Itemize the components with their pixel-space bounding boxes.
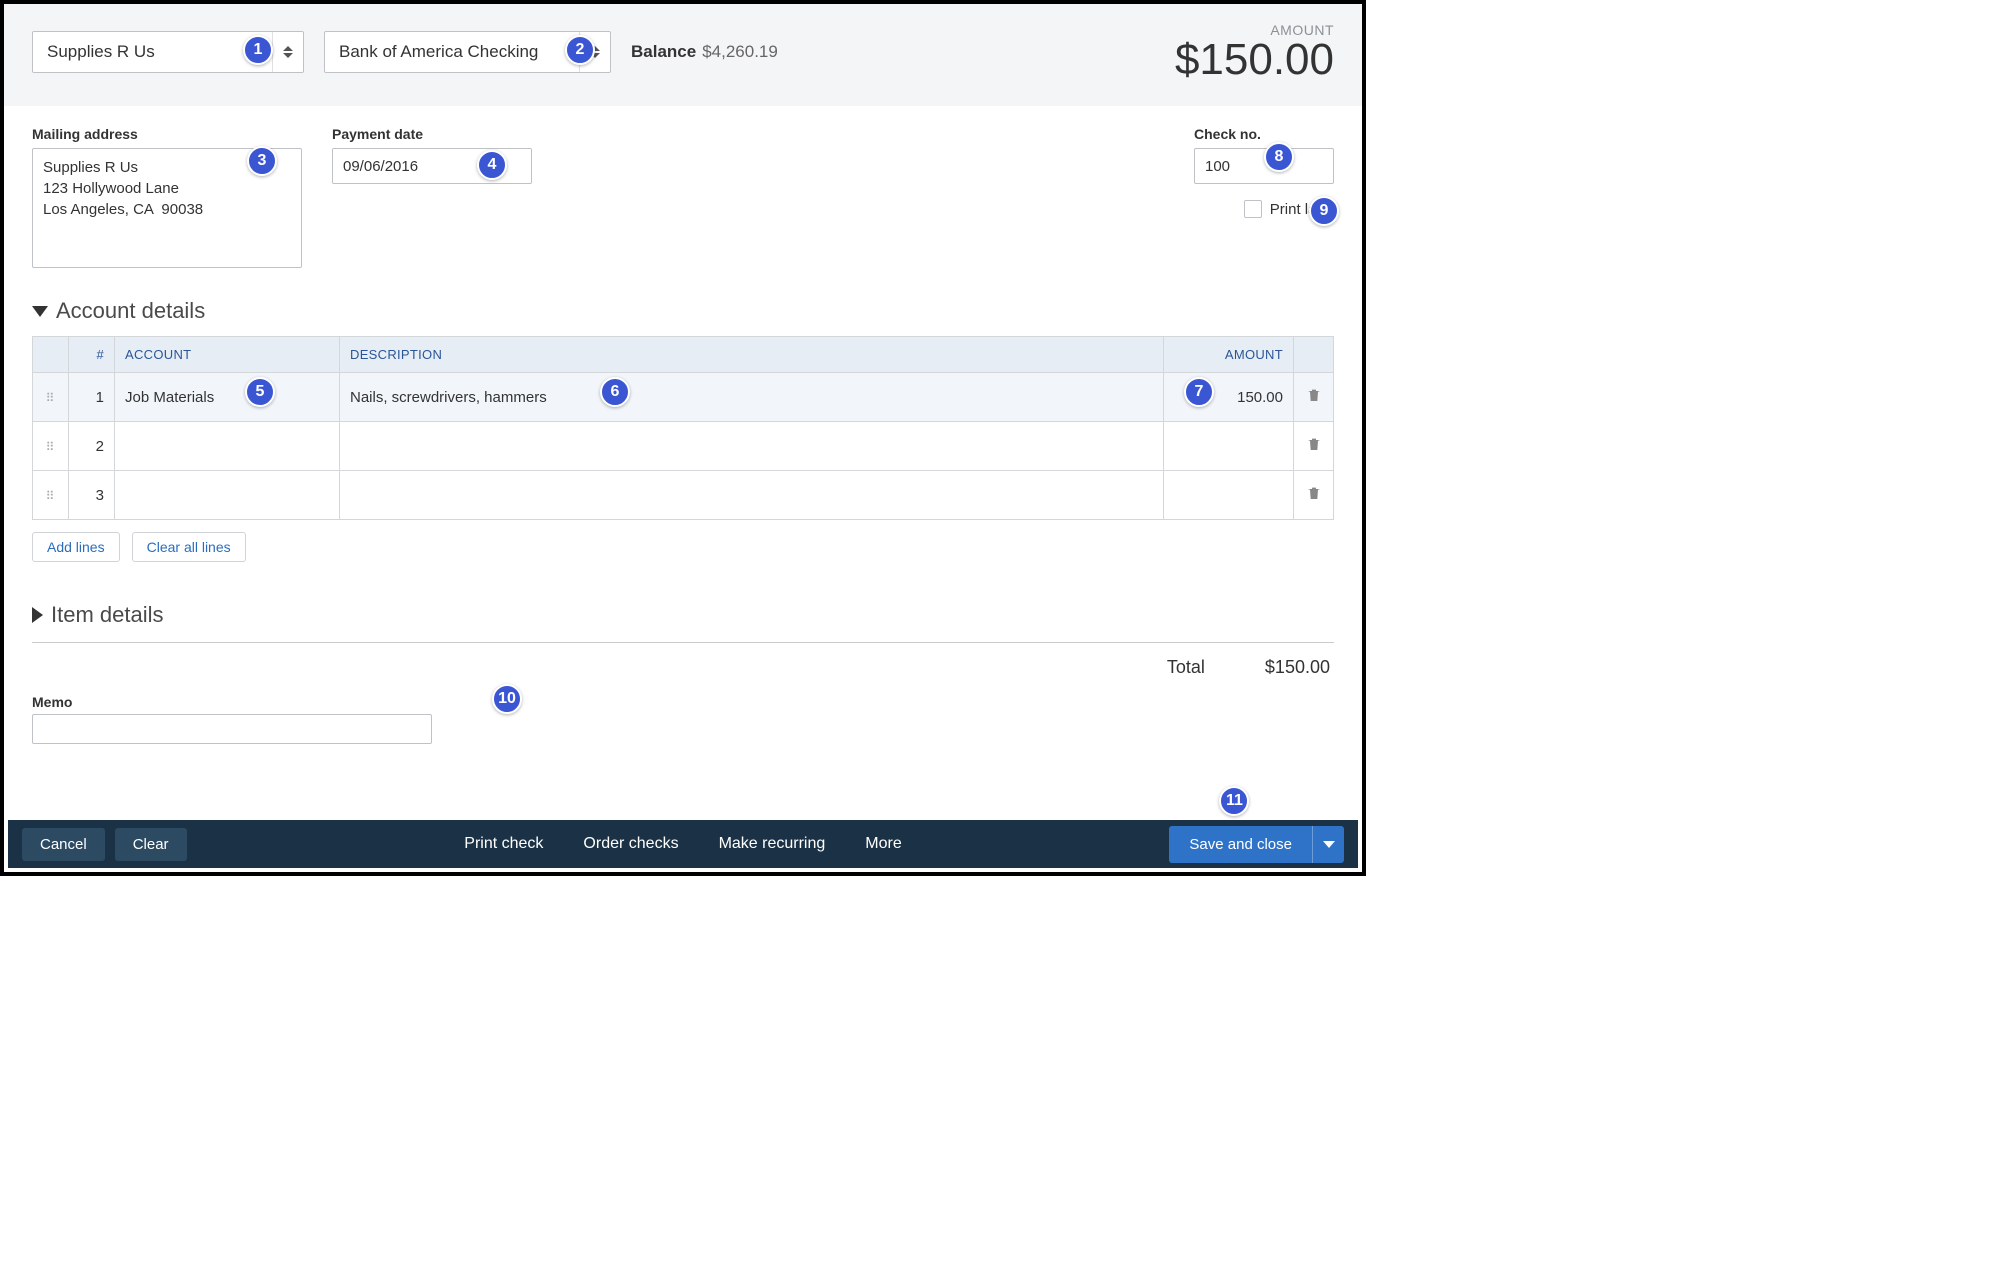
row-amount[interactable]: 150.00: [1237, 389, 1283, 406]
balance-display: Balance $4,260.19: [631, 42, 778, 62]
table-row[interactable]: ⠿ 3: [33, 471, 1334, 520]
delete-row-icon[interactable]: [1306, 436, 1322, 452]
total-label: Total: [1167, 657, 1205, 678]
delete-row-icon[interactable]: [1306, 485, 1322, 501]
make-recurring-link[interactable]: Make recurring: [719, 835, 826, 853]
order-checks-link[interactable]: Order checks: [583, 835, 678, 853]
account-details-table: # ACCOUNT DESCRIPTION AMOUNT ⠿ 1 Job Mat…: [32, 336, 1334, 520]
row-description[interactable]: [340, 471, 1164, 520]
row-amount[interactable]: [1164, 471, 1294, 520]
drag-handle-icon[interactable]: ⠿: [46, 391, 56, 405]
annotation-badge: 2: [565, 35, 595, 65]
col-num: #: [69, 337, 115, 373]
drag-handle-icon[interactable]: ⠿: [46, 440, 56, 454]
annotation-badge: 7: [1184, 377, 1214, 407]
bank-account-select[interactable]: Bank of America Checking 2: [324, 31, 611, 73]
cancel-button[interactable]: Cancel: [22, 828, 105, 861]
caret-down-icon: [1323, 841, 1335, 848]
annotation-badge: 8: [1264, 142, 1294, 172]
transaction-header: Supplies R Us 1 Bank of America Checking…: [4, 4, 1362, 106]
caret-down-icon: [283, 53, 293, 58]
item-details-title: Item details: [51, 602, 164, 628]
col-delete: [1294, 337, 1334, 373]
more-link[interactable]: More: [865, 835, 901, 853]
caret-down-icon: [32, 306, 48, 317]
balance-label: Balance: [631, 42, 696, 62]
row-num: 3: [69, 471, 115, 520]
row-amount[interactable]: [1164, 422, 1294, 471]
add-lines-button[interactable]: Add lines: [32, 532, 120, 562]
row-num: 1: [69, 373, 115, 422]
annotation-badge: 6: [600, 377, 630, 407]
delete-row-icon[interactable]: [1306, 387, 1322, 403]
divider: [32, 642, 1334, 643]
annotation-badge: 1: [243, 35, 273, 65]
row-num: 2: [69, 422, 115, 471]
memo-input[interactable]: [32, 714, 432, 744]
annotation-badge: 10: [492, 684, 522, 714]
print-check-link[interactable]: Print check: [464, 835, 543, 853]
payee-dropdown-toggle[interactable]: [273, 32, 303, 72]
annotation-badge: 5: [245, 377, 275, 407]
caret-right-icon: [32, 607, 43, 623]
bank-account-value: Bank of America Checking: [325, 32, 580, 72]
col-drag: [33, 337, 69, 373]
account-details-toggle[interactable]: Account details: [32, 298, 1334, 324]
payee-select[interactable]: Supplies R Us 1: [32, 31, 304, 73]
row-description[interactable]: [340, 422, 1164, 471]
payee-value: Supplies R Us: [33, 32, 273, 72]
total-row: Total $150.00: [32, 657, 1334, 678]
print-later-checkbox[interactable]: [1244, 200, 1262, 218]
clear-all-lines-button[interactable]: Clear all lines: [132, 532, 246, 562]
total-value: $150.00: [1265, 657, 1330, 678]
annotation-badge: 11: [1219, 786, 1249, 816]
save-and-close-button[interactable]: Save and close: [1169, 826, 1312, 863]
row-account[interactable]: Job Materials: [125, 389, 214, 406]
clear-button[interactable]: Clear: [115, 828, 187, 861]
bottom-action-bar: Cancel Clear Print check Order checks Ma…: [8, 820, 1358, 868]
item-details-toggle[interactable]: Item details: [32, 602, 1334, 628]
account-details-title: Account details: [56, 298, 205, 324]
row-description[interactable]: Nails, screwdrivers, hammers: [350, 389, 547, 406]
caret-up-icon: [283, 46, 293, 51]
memo-label: Memo: [32, 694, 1334, 710]
check-no-label: Check no.: [1194, 126, 1334, 142]
col-description: DESCRIPTION: [340, 337, 1164, 373]
annotation-badge: 3: [247, 146, 277, 176]
amount-display: AMOUNT $150.00: [1175, 22, 1334, 82]
save-dropdown-toggle[interactable]: [1312, 826, 1344, 863]
balance-value: $4,260.19: [702, 42, 778, 62]
col-account: ACCOUNT: [115, 337, 340, 373]
table-row[interactable]: ⠿ 2: [33, 422, 1334, 471]
mailing-address-label: Mailing address: [32, 126, 302, 142]
annotation-badge: 4: [477, 150, 507, 180]
row-account[interactable]: [115, 422, 340, 471]
amount-value: $150.00: [1175, 38, 1334, 82]
col-amount: AMOUNT: [1164, 337, 1294, 373]
annotation-badge: 9: [1309, 196, 1339, 226]
payment-date-label: Payment date: [332, 126, 532, 142]
table-row[interactable]: ⠿ 1 Job Materials 5 Nails, screwdrivers,…: [33, 373, 1334, 422]
main-content: Mailing address 3 Payment date 4 Check n…: [4, 106, 1362, 764]
drag-handle-icon[interactable]: ⠿: [46, 489, 56, 503]
row-account[interactable]: [115, 471, 340, 520]
